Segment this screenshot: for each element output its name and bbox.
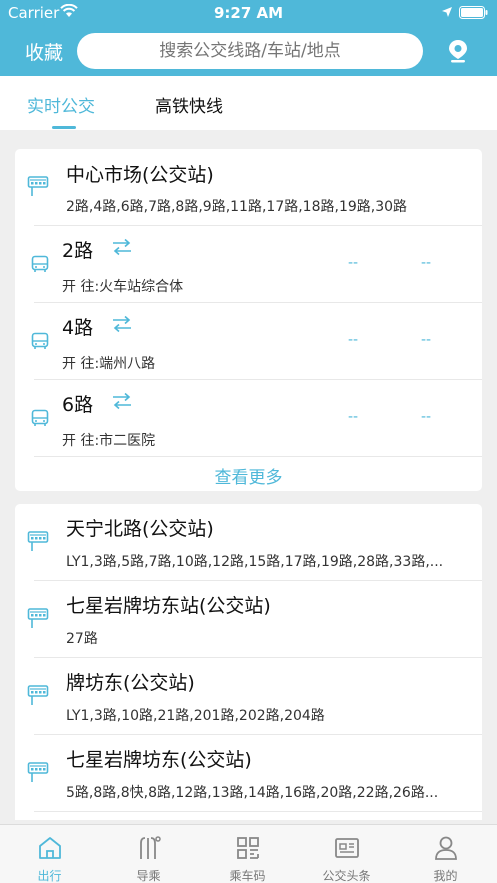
search-input[interactable]	[77, 33, 423, 69]
nearby-stop-card: 中心市场(公交站) 2路,4路,6路,7路,8路,9路,11路,17路,18路,…	[15, 149, 482, 491]
location-arrow-icon	[442, 7, 452, 17]
route-row-6[interactable]: 6路 -- -- 开 往:市二医院	[15, 380, 482, 457]
eta-second: --	[421, 409, 432, 425]
divider	[34, 811, 482, 812]
status-time: 9:27 AM	[213, 4, 284, 22]
swap-direction-icon[interactable]	[112, 392, 132, 410]
stop-row[interactable]: 天宁北路(公交站) LY1,3路,5路,7路,10路,12路,15路,17路,1…	[15, 504, 482, 580]
eta-first: --	[348, 255, 359, 271]
active-tab-indicator	[52, 126, 76, 129]
tab-label: 乘车码	[229, 869, 266, 883]
eta-second: --	[421, 332, 432, 348]
qr-code-icon	[237, 837, 259, 859]
bus-stop-sign-icon	[27, 176, 49, 196]
stop-lines: 5路,8路,8快,8路,12路,13路,14路,16路,20路,22路,26路.…	[66, 785, 439, 801]
bus-stop-sign-icon	[27, 531, 49, 551]
bus-icon	[31, 255, 49, 272]
tab-label: 我的	[433, 869, 458, 883]
eta-first: --	[348, 332, 359, 348]
tab-guide[interactable]: 导乘	[99, 825, 198, 883]
tab-mine[interactable]: 我的	[396, 825, 495, 883]
stop-lines: 27路	[66, 631, 98, 647]
segment-tabs: 实时公交 高铁快线	[0, 76, 497, 130]
battery-icon	[459, 6, 488, 19]
stop-row[interactable]: 七星岩牌坊东站(公交站) 27路	[15, 581, 482, 657]
bus-icon	[31, 332, 49, 349]
tab-bus-news[interactable]: 公交头条	[297, 825, 396, 883]
stop-row[interactable]: 牌坊东(公交站) LY1,3路,10路,21路,201路,202路,204路	[15, 658, 482, 734]
view-more-link[interactable]: 查看更多	[15, 463, 482, 488]
tab-label: 导乘	[136, 869, 161, 883]
stop-list-card: 天宁北路(公交站) LY1,3路,5路,7路,10路,12路,15路,17路,1…	[15, 504, 482, 820]
stop-name: 七星岩牌坊东(公交站)	[66, 749, 252, 771]
eta-first: --	[348, 409, 359, 425]
bus-stop-sign-icon	[27, 762, 49, 782]
tab-travel[interactable]: 出行	[0, 825, 99, 883]
tab-label: 公交头条	[322, 869, 371, 883]
tab-ride-code[interactable]: 乘车码	[198, 825, 297, 883]
home-icon	[39, 837, 61, 859]
stop-row-header[interactable]: 中心市场(公交站) 2路,4路,6路,7路,8路,9路,11路,17路,18路,…	[15, 149, 482, 225]
stop-lines: LY1,3路,10路,21路,201路,202路,204路	[66, 708, 325, 724]
stop-lines: 2路,4路,6路,7路,8路,9路,11路,17路,18路,19路,30路	[66, 199, 408, 215]
stop-row[interactable]: 七星岩牌坊东(公交站) 5路,8路,8快,8路,12路,13路,14路,16路,…	[15, 735, 482, 811]
divider	[34, 456, 482, 457]
stop-name: 七星岩牌坊东站(公交站)	[66, 595, 271, 617]
bus-icon	[31, 409, 49, 426]
stop-lines: LY1,3路,5路,7路,10路,12路,15路,17路,19路,28路,33路…	[66, 554, 444, 570]
bus-stop-sign-icon	[27, 685, 49, 705]
tab-realtime-bus[interactable]: 实时公交	[27, 92, 95, 117]
profile-icon	[435, 836, 457, 860]
route-direction: 开 往:市二医院	[62, 433, 156, 449]
swap-direction-icon[interactable]	[112, 238, 132, 256]
route-name: 6路	[62, 394, 94, 416]
route-name: 2路	[62, 240, 94, 262]
route-guide-icon	[140, 836, 161, 859]
news-icon	[335, 838, 359, 858]
route-direction: 开 往:火车站综合体	[62, 279, 184, 295]
stop-name: 天宁北路(公交站)	[66, 518, 214, 540]
eta-second: --	[421, 255, 432, 271]
favorites-button[interactable]: 收藏	[25, 38, 63, 65]
stop-name: 中心市场(公交站)	[66, 164, 214, 186]
header-bar: 收藏	[0, 26, 497, 76]
location-pin-icon[interactable]	[447, 39, 469, 63]
route-direction: 开 往:端州八路	[62, 356, 156, 372]
route-name: 4路	[62, 317, 94, 339]
status-bar: Carrier 9:27 AM	[0, 0, 497, 26]
stop-name: 牌坊东(公交站)	[66, 672, 195, 694]
route-row-2[interactable]: 2路 -- -- 开 往:火车站综合体	[15, 226, 482, 303]
swap-direction-icon[interactable]	[112, 315, 132, 333]
bus-stop-sign-icon	[27, 608, 49, 628]
tab-label: 出行	[37, 869, 62, 883]
bottom-tab-bar: 出行 导乘 乘车码 公交头条 我的	[0, 824, 497, 883]
tab-high-speed-rail[interactable]: 高铁快线	[155, 92, 223, 117]
route-row-4[interactable]: 4路 -- -- 开 往:端州八路	[15, 303, 482, 380]
